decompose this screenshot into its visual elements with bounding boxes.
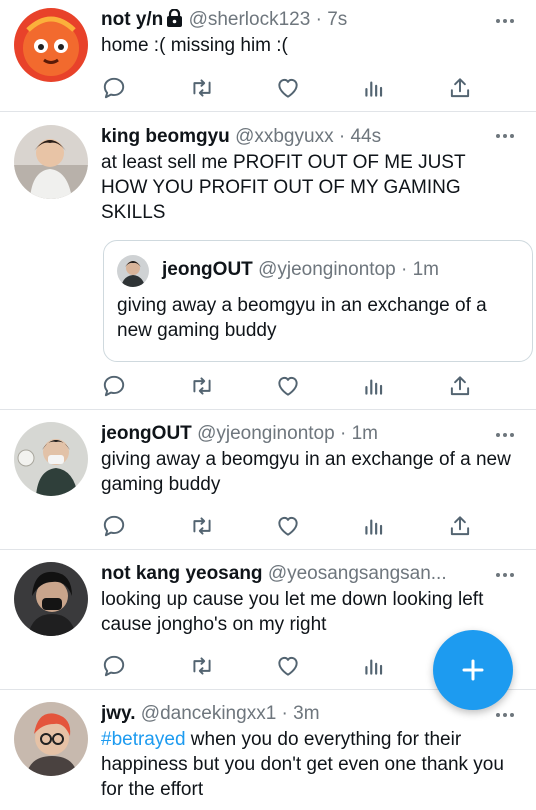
avatar[interactable] bbox=[14, 702, 88, 776]
separator: · bbox=[400, 259, 408, 280]
separator: · bbox=[339, 423, 347, 444]
retweet-icon[interactable] bbox=[189, 75, 215, 101]
avatar[interactable] bbox=[14, 8, 88, 82]
quote-text: giving away a beomgyu in an exchange of … bbox=[117, 295, 487, 341]
quoted-tweet[interactable]: jeongOUT @yjeonginontop · 1m giving away… bbox=[103, 240, 533, 362]
timestamp[interactable]: 3m bbox=[293, 703, 319, 724]
display-name[interactable]: king beomgyu bbox=[101, 126, 230, 147]
retweet-icon[interactable] bbox=[189, 513, 215, 539]
retweet-icon[interactable] bbox=[189, 373, 215, 399]
more-icon[interactable] bbox=[496, 431, 516, 439]
quote-timestamp: 1m bbox=[412, 259, 439, 280]
like-icon[interactable] bbox=[275, 373, 301, 399]
more-icon[interactable] bbox=[496, 711, 516, 719]
more-icon[interactable] bbox=[496, 571, 516, 579]
quote-username: @yjeonginontop bbox=[258, 259, 396, 280]
reply-icon[interactable] bbox=[101, 513, 127, 539]
share-icon[interactable] bbox=[447, 75, 473, 101]
username[interactable]: @yeosangsangsan... bbox=[268, 563, 447, 584]
more-icon[interactable] bbox=[496, 132, 516, 140]
username[interactable]: @xxbgyuxx bbox=[235, 126, 334, 147]
avatar[interactable] bbox=[14, 125, 88, 199]
tweet-actions bbox=[101, 513, 481, 541]
tweet-text: at least sell me PROFIT OUT OF ME JUST H… bbox=[101, 152, 466, 223]
tweet-text: #betrayed when you do everything for the… bbox=[101, 727, 516, 802]
analytics-icon[interactable] bbox=[361, 513, 387, 539]
tweet-actions bbox=[101, 373, 481, 401]
tweet-text: looking up cause you let me down looking… bbox=[101, 589, 484, 635]
quote-avatar[interactable] bbox=[117, 255, 149, 287]
reply-icon[interactable] bbox=[101, 653, 127, 679]
share-icon[interactable] bbox=[447, 373, 473, 399]
like-icon[interactable] bbox=[275, 513, 301, 539]
username[interactable]: @yjeonginontop bbox=[197, 423, 335, 444]
tweet[interactable]: king beomgyu @xxbgyuxx · 44s at least se… bbox=[0, 111, 536, 410]
separator: · bbox=[315, 9, 322, 30]
display-name[interactable]: not y/n bbox=[101, 9, 163, 30]
quote-display-name: jeongOUT bbox=[162, 259, 253, 280]
compose-button[interactable] bbox=[433, 630, 513, 710]
avatar[interactable] bbox=[14, 422, 88, 496]
tweet-actions bbox=[101, 75, 481, 103]
like-icon[interactable] bbox=[275, 75, 301, 101]
like-icon[interactable] bbox=[275, 653, 301, 679]
tweet[interactable]: jwy. @dancekingxx1 · 3m #betrayed when y… bbox=[0, 689, 536, 810]
analytics-icon[interactable] bbox=[361, 653, 387, 679]
tweet[interactable]: jeongOUT @yjeonginontop · 1m giving away… bbox=[0, 409, 536, 550]
username[interactable]: @dancekingxx1 bbox=[141, 703, 276, 724]
lock-icon bbox=[166, 8, 183, 27]
separator: · bbox=[338, 126, 346, 147]
analytics-icon[interactable] bbox=[361, 75, 387, 101]
retweet-icon[interactable] bbox=[189, 653, 215, 679]
timestamp[interactable]: 1m bbox=[352, 423, 378, 444]
reply-icon[interactable] bbox=[101, 75, 127, 101]
more-icon[interactable] bbox=[496, 17, 516, 25]
tweet-text: giving away a beomgyu in an exchange of … bbox=[101, 449, 511, 495]
username[interactable]: @sherlock123 bbox=[189, 9, 311, 30]
separator: · bbox=[281, 703, 288, 724]
avatar[interactable] bbox=[14, 562, 88, 636]
timestamp[interactable]: 7s bbox=[327, 9, 347, 30]
hashtag-link[interactable]: #betrayed bbox=[101, 729, 186, 750]
display-name[interactable]: not kang yeosang bbox=[101, 563, 263, 584]
compose-plus-icon bbox=[462, 659, 484, 681]
share-icon[interactable] bbox=[447, 513, 473, 539]
tweet-actions bbox=[101, 653, 481, 681]
display-name[interactable]: jwy. bbox=[101, 703, 136, 724]
analytics-icon[interactable] bbox=[361, 373, 387, 399]
tweet-text: home :( missing him :( bbox=[101, 35, 288, 56]
timestamp[interactable]: 44s bbox=[350, 126, 381, 147]
display-name[interactable]: jeongOUT bbox=[101, 423, 192, 444]
tweet[interactable]: not y/n @sherlock123 · 7s home :( missin… bbox=[0, 0, 536, 112]
reply-icon[interactable] bbox=[101, 373, 127, 399]
